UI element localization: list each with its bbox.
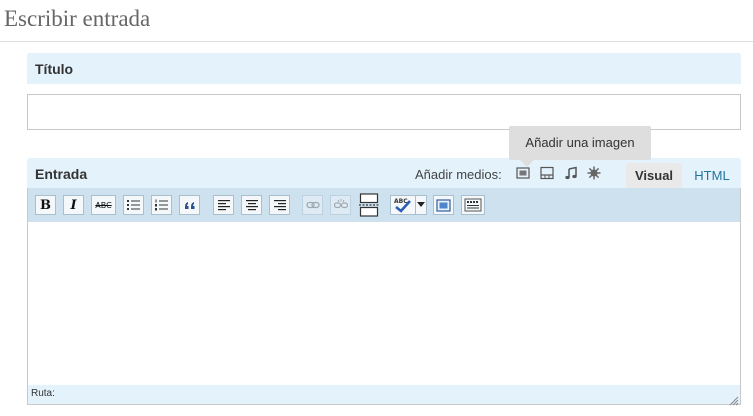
add-image-tooltip: Añadir una imagen [509,126,651,160]
title-box-header: Título [27,53,741,84]
spellcheck-button[interactable]: ABC [390,195,416,215]
fullscreen-button[interactable] [433,195,454,215]
spellcheck-dropdown-button[interactable] [415,195,427,215]
kitchen-sink-icon [464,198,482,212]
strikethrough-button[interactable]: ABC [91,195,116,215]
tooltip-arrow [520,160,534,167]
align-center-button[interactable] [241,195,262,215]
heading-divider [0,41,753,42]
align-right-button[interactable] [269,195,290,215]
align-left-button[interactable] [213,195,234,215]
blockquote-icon [184,202,194,209]
page-heading: Escribir entrada [4,6,151,31]
insert-link-button[interactable] [302,195,323,215]
insert-more-button[interactable] [358,193,380,217]
align-left-icon [217,200,230,211]
path-label: Ruta: [31,388,55,399]
add-media-label: Añadir medios: [415,167,502,182]
bold-button[interactable]: B [35,195,56,215]
chevron-down-icon [417,202,425,207]
bold-label: B [40,197,51,213]
title-label: Título [35,61,74,77]
align-right-icon [273,200,286,211]
italic-button[interactable]: I [63,195,84,215]
kitchen-sink-button[interactable] [461,195,485,215]
editor-statusbar: Ruta: [27,385,741,406]
blockquote-button[interactable] [179,195,200,215]
entry-label: Entrada [35,166,88,182]
numbered-list-button[interactable] [151,195,172,215]
tab-visual[interactable]: Visual [626,163,682,188]
resize-handle-icon[interactable] [729,393,739,406]
add-gallery-icon[interactable] [540,166,554,180]
bullet-list-button[interactable] [123,195,144,215]
italic-label: I [70,197,77,213]
more-tag-icon [359,193,379,217]
entry-header: Entrada Añadir medios: Visual HTML [27,158,741,188]
editor-content-area[interactable] [27,222,741,385]
unlink-icon [333,199,348,209]
numbered-list-icon [155,199,168,211]
add-image-icon[interactable] [516,166,530,180]
align-center-icon [245,200,258,211]
strikethrough-label: ABC [95,200,112,210]
title-input[interactable] [27,94,741,130]
editor-toolbar: B I ABC ABC [27,188,741,222]
tab-html[interactable]: HTML [688,163,736,188]
bullet-list-icon [127,200,140,210]
link-icon [305,201,320,209]
spellcheck-icon: ABC [394,198,411,213]
fullscreen-icon [436,198,451,212]
add-media-icon[interactable] [587,166,601,180]
unlink-button[interactable] [330,195,351,215]
add-audio-icon[interactable] [564,166,578,180]
